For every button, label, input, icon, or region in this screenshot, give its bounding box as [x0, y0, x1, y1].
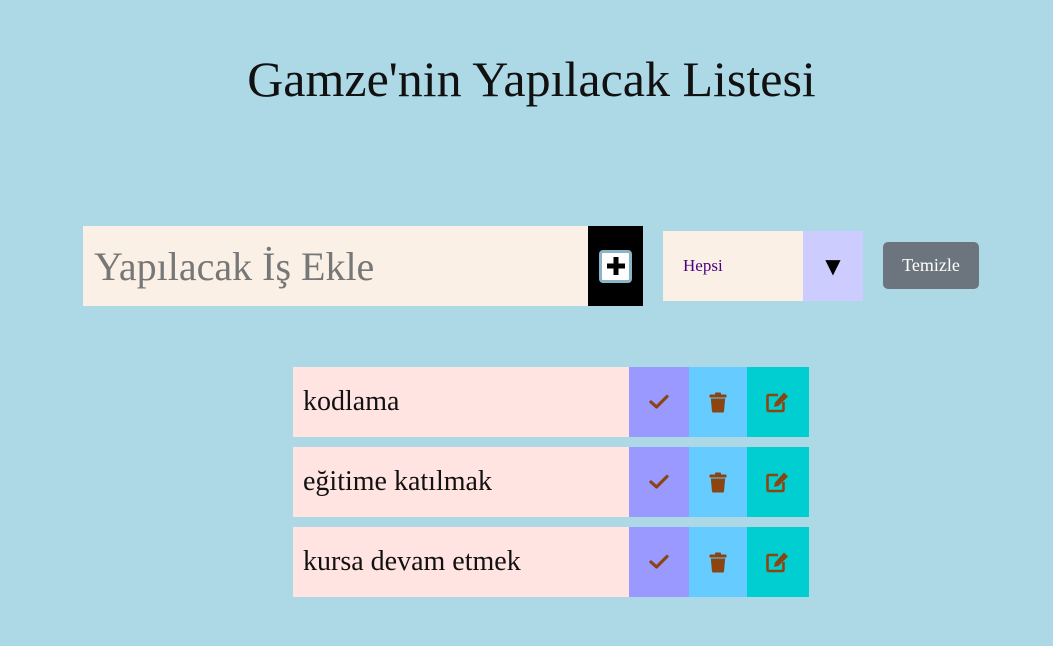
edit-icon: [766, 472, 788, 493]
todo-item: eğitime katılmak: [293, 447, 809, 517]
check-icon: [649, 554, 669, 569]
complete-button[interactable]: [629, 527, 689, 597]
todo-item: kodlama: [293, 367, 809, 437]
edit-button[interactable]: [747, 447, 809, 517]
add-todo-button[interactable]: [588, 226, 643, 306]
check-icon: [649, 394, 669, 409]
trash-icon: [709, 392, 727, 412]
filter-selected-value[interactable]: Hepsi: [663, 231, 803, 301]
edit-button[interactable]: [747, 367, 809, 437]
filter-select[interactable]: Hepsi ▼: [663, 231, 863, 301]
triangle-down-icon[interactable]: ▼: [803, 231, 863, 301]
delete-button[interactable]: [689, 447, 747, 517]
todo-input[interactable]: [83, 226, 588, 306]
page-title: Gamze'nin Yapılacak Listesi: [247, 51, 816, 107]
plus-square-icon: [599, 249, 632, 283]
todo-form: [83, 226, 643, 306]
edit-button[interactable]: [747, 527, 809, 597]
todo-item: kursa devam etmek: [293, 527, 809, 597]
edit-icon: [766, 392, 788, 413]
trash-icon: [709, 472, 727, 492]
todo-text: eğitime katılmak: [293, 447, 629, 517]
clear-button[interactable]: Temizle: [883, 242, 979, 289]
todo-list: kodlama eğitime katılmak kursa devam etm…: [293, 367, 809, 607]
delete-button[interactable]: [689, 367, 747, 437]
todo-text: kodlama: [293, 367, 629, 437]
delete-button[interactable]: [689, 527, 747, 597]
edit-icon: [766, 552, 788, 573]
complete-button[interactable]: [629, 447, 689, 517]
check-icon: [649, 474, 669, 489]
trash-icon: [709, 552, 727, 572]
todo-text: kursa devam etmek: [293, 527, 629, 597]
complete-button[interactable]: [629, 367, 689, 437]
